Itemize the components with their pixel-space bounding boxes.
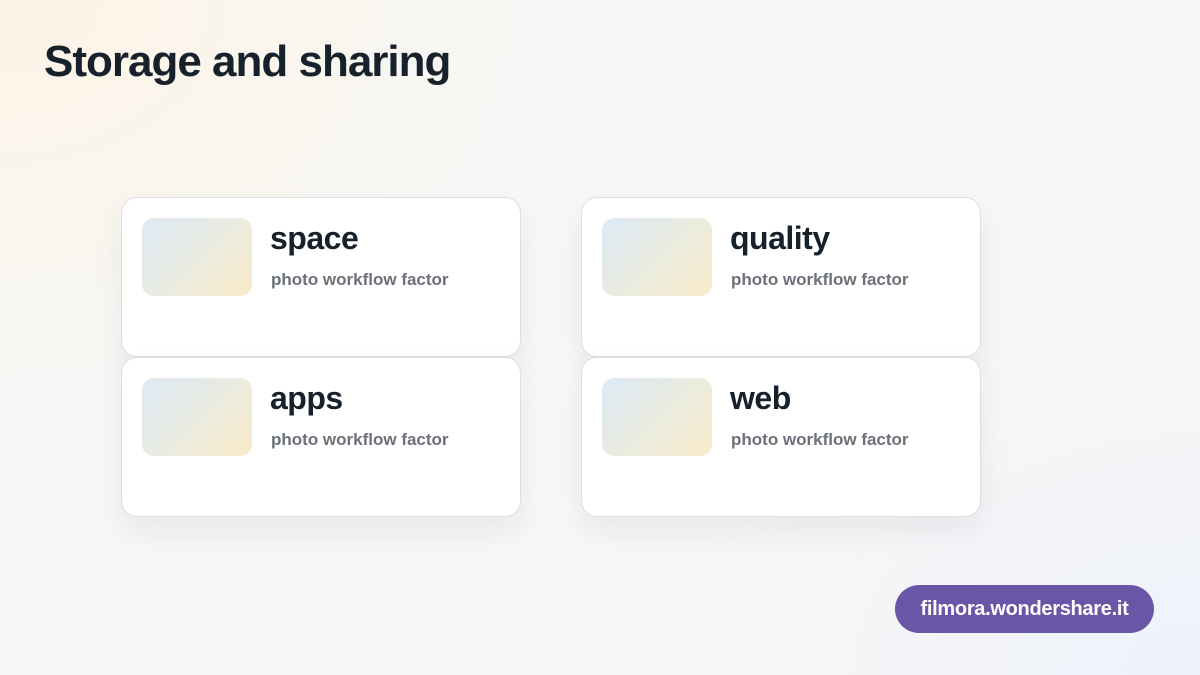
card-subtitle: photo workflow factor bbox=[271, 270, 449, 289]
card-subtitle: photo workflow factor bbox=[731, 270, 909, 289]
card-thumbnail bbox=[142, 378, 252, 456]
card-space[interactable]: space photo workflow factor bbox=[121, 197, 521, 357]
brand-watermark-badge: filmora.wondershare.it bbox=[895, 585, 1154, 633]
card-quality[interactable]: quality photo workflow factor bbox=[581, 197, 981, 357]
card-title: apps bbox=[270, 380, 343, 416]
card-apps[interactable]: apps photo workflow factor bbox=[121, 357, 521, 517]
card-title: web bbox=[730, 380, 791, 416]
card-title: quality bbox=[730, 220, 830, 256]
card-thumbnail bbox=[142, 218, 252, 296]
card-thumbnail bbox=[602, 218, 712, 296]
card-thumbnail bbox=[602, 378, 712, 456]
card-subtitle: photo workflow factor bbox=[271, 430, 449, 449]
page-title: Storage and sharing bbox=[44, 37, 451, 86]
card-web[interactable]: web photo workflow factor bbox=[581, 357, 981, 517]
card-grid: space photo workflow factor quality phot… bbox=[121, 197, 983, 519]
card-subtitle: photo workflow factor bbox=[731, 430, 909, 449]
card-title: space bbox=[270, 220, 359, 256]
